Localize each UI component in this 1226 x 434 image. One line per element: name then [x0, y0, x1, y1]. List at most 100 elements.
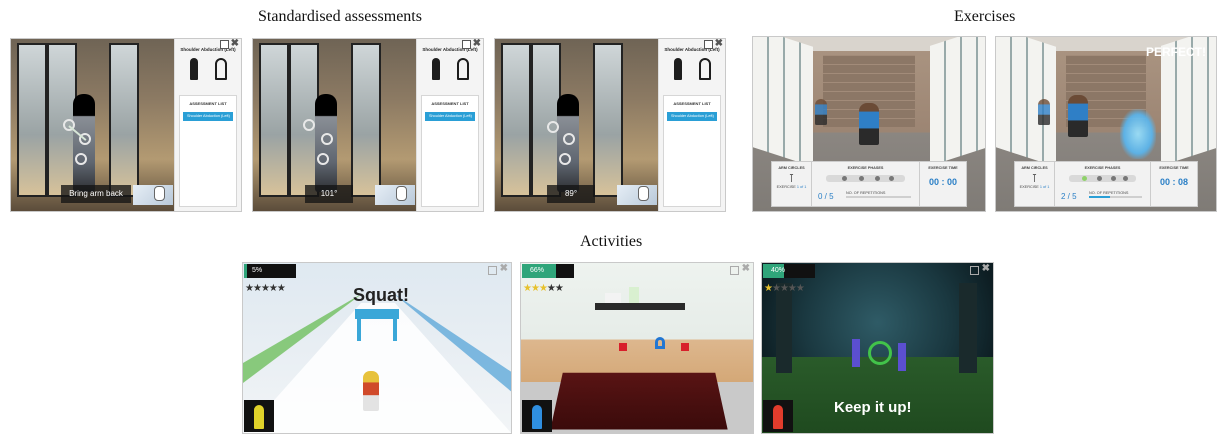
exercise-hud: ARM CIRCLES ⊺ EXERCISE 1 of 1 EXERCISE P… — [1014, 161, 1198, 207]
close-icon[interactable]: ✖ — [715, 39, 723, 49]
activity-banner: Squat! — [353, 285, 409, 305]
close-icon[interactable]: ✖ — [473, 39, 481, 49]
blue-target — [655, 337, 665, 349]
maximize-icon[interactable] — [730, 266, 739, 275]
tree — [776, 283, 792, 373]
standing-figure-icon — [673, 58, 682, 80]
assessment-panel-1: Bring arm back ✖ Shoulder Abduction (Lef… — [10, 38, 242, 212]
star-empty-icon: ★ — [252, 283, 262, 294]
phase-track — [826, 175, 905, 182]
player-silhouette — [244, 400, 274, 432]
activity-progress: 40% — [763, 264, 815, 278]
phases-label: EXERCISE PHASES — [1084, 166, 1121, 170]
star-empty-icon: ★ — [245, 283, 254, 294]
activities-title: Activities — [580, 233, 643, 250]
avatar — [859, 103, 879, 145]
maximize-icon[interactable] — [220, 40, 229, 49]
time-label: EXERCISE TIME — [928, 166, 958, 170]
feedback-text: PERFECT! — [1146, 45, 1206, 59]
reps-count: 2 / 5 — [1061, 192, 1077, 201]
arm-circles-icon: ⊺ — [788, 173, 795, 185]
standing-figure-icon — [431, 58, 440, 80]
player-silhouette — [763, 400, 793, 432]
cup — [629, 287, 639, 303]
assessment-list: ASSESSMENT LIST Shoulder Abduction (Left… — [663, 95, 721, 207]
assessment-list: ASSESSMENT LIST Shoulder Abduction (Left… — [179, 95, 237, 207]
close-icon[interactable]: ✖ — [231, 39, 239, 49]
assessment-panel-3: 89° ✖ Shoulder Abduction (Left) ASSESSME… — [494, 38, 726, 212]
activity-progress: 5% — [244, 264, 296, 278]
reps-progress-bar — [846, 196, 911, 198]
maximize-icon[interactable] — [462, 40, 471, 49]
ring-target — [868, 341, 892, 365]
player-silhouette — [522, 400, 552, 432]
star-empty-icon: ★ — [554, 283, 564, 294]
assessment-list: ASSESSMENT LIST Shoulder Abduction (Left… — [421, 95, 479, 207]
shelf — [595, 303, 685, 310]
star-filled-icon: ★ — [523, 283, 532, 294]
activity-panel-forest: Keep it up! 40% ★★★★★ ✖ — [761, 262, 994, 434]
maximize-icon[interactable] — [488, 266, 497, 275]
red-cube — [619, 343, 627, 351]
assessments-title: Standardised assessments — [258, 8, 422, 25]
assessment-sidebar: ✖ Shoulder Abduction (Left) ASSESSMENT L… — [658, 39, 725, 211]
reps-label: NO. OF REPETITIONS — [1089, 191, 1129, 195]
angle-readout: 101° — [305, 185, 353, 203]
exercise-count-label: EXERCISE — [1019, 185, 1039, 189]
mouse-icon — [638, 186, 649, 201]
assessment-list-item[interactable]: Shoulder Abduction (Left) — [667, 112, 717, 121]
exercise-hud: ARM CIRCLES ⊺ EXERCISE 1 of 1 EXERCISE P… — [771, 161, 967, 207]
star-empty-icon: ★ — [546, 283, 556, 294]
assessment-panel-2: 101° ✖ Shoulder Abduction (Left) ASSESSM… — [252, 38, 484, 212]
close-icon[interactable]: ✖ — [742, 263, 750, 274]
assessment-sidebar: ✖ Shoulder Abduction (Left) ASSESSMENT L… — [416, 39, 483, 211]
mouse-icon — [154, 186, 165, 201]
tree — [959, 283, 977, 373]
assessment-list-item[interactable]: Shoulder Abduction (Left) — [183, 112, 233, 121]
skier — [363, 371, 379, 411]
maximize-icon[interactable] — [970, 266, 979, 275]
assessment-caption: Bring arm back — [61, 185, 131, 203]
phase-track — [1069, 175, 1136, 182]
mouse-icon — [396, 186, 407, 201]
assessment-sidebar: ✖ Shoulder Abduction (Left) ASSESSMENT L… — [174, 39, 241, 211]
assessment-list-header: ASSESSMENT LIST — [673, 101, 711, 106]
feedback-message: Keep it up! — [834, 399, 912, 416]
star-empty-icon: ★ — [268, 283, 278, 294]
exercise-name: ARM CIRCLES — [778, 166, 805, 170]
star-rating: ★★★★★ — [523, 283, 564, 294]
activity-progress: 66% — [522, 264, 574, 278]
star-rating: ★★★★★ — [764, 283, 805, 294]
exercise-count-label: EXERCISE — [776, 185, 796, 189]
exercise-timer: 00 : 00 — [928, 177, 958, 187]
assessment-list-item[interactable]: Shoulder Abduction (Left) — [425, 112, 475, 121]
star-rating: ★★★★★ — [245, 283, 286, 294]
arm-circles-icon: ⊺ — [1031, 173, 1038, 185]
arm-raise-icon — [456, 58, 469, 80]
arm-raise-icon — [698, 58, 711, 80]
close-icon[interactable]: ✖ — [500, 263, 508, 274]
arm-raise-icon — [214, 58, 227, 80]
close-icon[interactable]: ✖ — [982, 263, 990, 274]
activity-panel-ski: Squat! 5% ★★★★★ ✖ — [242, 262, 512, 434]
star-empty-icon: ★ — [779, 283, 789, 294]
star-empty-icon: ★ — [771, 283, 781, 294]
star-empty-icon: ★ — [787, 283, 797, 294]
angle-readout: 89° — [547, 185, 595, 203]
exercise-panel-2: PERFECT! ARM CIRCLES ⊺ EXERCISE 1 of 1 E… — [995, 36, 1217, 212]
star-empty-icon: ★ — [260, 283, 270, 294]
reps-count: 0 / 5 — [818, 192, 834, 201]
tray — [550, 372, 728, 430]
phases-label: EXERCISE PHASES — [847, 166, 884, 170]
target-pose-ghost — [1120, 109, 1156, 159]
book — [605, 293, 621, 303]
maximize-icon[interactable] — [704, 40, 713, 49]
exercise-count: 1 of 1 — [1039, 185, 1050, 189]
dumbbell-left — [852, 339, 860, 367]
reps-progress-bar — [1089, 196, 1142, 198]
time-label: EXERCISE TIME — [1159, 166, 1189, 170]
exercises-title: Exercises — [954, 8, 1016, 25]
star-empty-icon: ★ — [276, 283, 286, 294]
standing-figure-icon — [189, 58, 198, 80]
red-cube — [681, 343, 689, 351]
